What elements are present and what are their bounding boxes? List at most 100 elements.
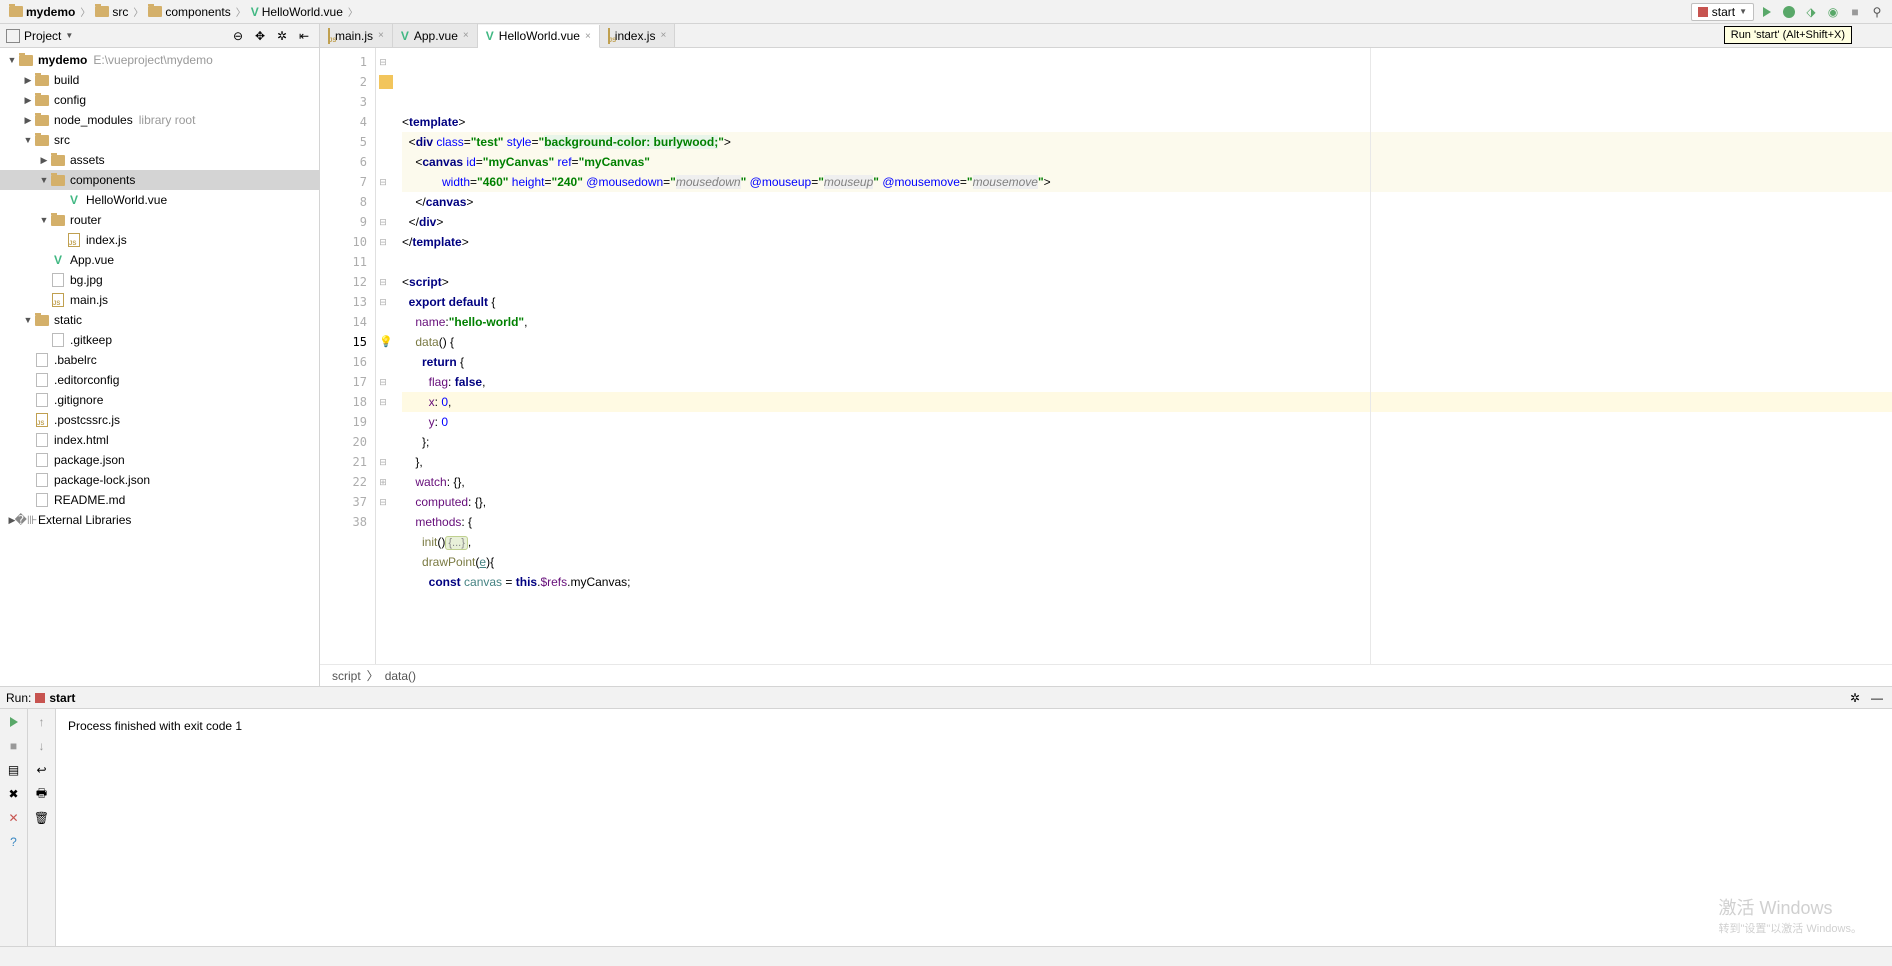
gear-icon[interactable]: ✲ <box>1846 689 1864 707</box>
close-icon[interactable]: × <box>585 31 591 42</box>
breadcrumb-item[interactable]: mydemo <box>6 5 78 19</box>
hide-icon[interactable]: — <box>1868 689 1886 707</box>
tree-item[interactable]: package-lock.json <box>0 470 319 490</box>
expand-arrow-icon[interactable]: ▶ <box>22 115 34 126</box>
line-number[interactable]: 13 <box>320 292 375 312</box>
code-editor[interactable]: <template> <div class="test" style="back… <box>390 48 1892 664</box>
tree-item[interactable]: ▼src <box>0 130 319 150</box>
line-number[interactable]: 10 <box>320 232 375 252</box>
fold-column[interactable]: ⊟⊟⊟⊟⊟⊟⊟⊟⊟⊟⊞⊟ <box>376 48 390 664</box>
code-line[interactable]: }, <box>402 452 1892 472</box>
code-line[interactable]: </template> <box>402 232 1892 252</box>
stop-button[interactable]: ■ <box>5 737 23 755</box>
tree-item[interactable]: .postcssrc.js <box>0 410 319 430</box>
code-line[interactable]: return { <box>402 352 1892 372</box>
fold-handle[interactable] <box>376 112 390 132</box>
wrap-button[interactable]: ↩ <box>33 761 51 779</box>
code-line[interactable]: }; <box>402 432 1892 452</box>
code-line[interactable]: methods: { <box>402 512 1892 532</box>
code-line[interactable]: x: 0, <box>402 392 1892 412</box>
editor-gutter[interactable]: 123456789101112131415💡161718192021223738 <box>320 48 376 664</box>
line-number[interactable]: 19 <box>320 412 375 432</box>
code-line[interactable]: name:"hello-world", <box>402 312 1892 332</box>
tree-item[interactable]: README.md <box>0 490 319 510</box>
fold-handle[interactable]: ⊟ <box>376 372 390 392</box>
tree-item[interactable]: ▶node_moduleslibrary root <box>0 110 319 130</box>
code-line[interactable]: const canvas = this.$refs.myCanvas; <box>402 572 1892 592</box>
line-number[interactable]: 37 <box>320 492 375 512</box>
expand-arrow-icon[interactable]: ▶ <box>22 75 34 86</box>
line-number[interactable]: 1 <box>320 52 375 72</box>
breadcrumb-item[interactable]: components <box>145 5 233 19</box>
close-icon[interactable]: × <box>660 30 666 41</box>
project-tree[interactable]: ▼mydemoE:\vueproject\mydemo▶build▶config… <box>0 48 319 686</box>
line-number[interactable]: 18 <box>320 392 375 412</box>
fold-handle[interactable] <box>376 432 390 452</box>
rerun-button[interactable] <box>5 713 23 731</box>
pin-button[interactable]: ✖ <box>5 785 23 803</box>
fold-handle[interactable]: ⊟ <box>376 392 390 412</box>
fold-handle[interactable]: ⊟ <box>376 52 390 72</box>
coverage-button[interactable]: ⬗ <box>1802 3 1820 21</box>
expand-arrow-icon[interactable]: ▼ <box>22 315 34 325</box>
fold-handle[interactable] <box>376 412 390 432</box>
editor-tab[interactable]: index.js× <box>600 24 676 47</box>
fold-handle[interactable]: ⊟ <box>376 212 390 232</box>
tree-item[interactable]: .babelrc <box>0 350 319 370</box>
tree-item[interactable]: index.js <box>0 230 319 250</box>
line-number[interactable]: 4 <box>320 112 375 132</box>
tree-item[interactable]: ▼components <box>0 170 319 190</box>
tree-item[interactable]: ▶�⊪External Libraries <box>0 510 319 530</box>
fold-handle[interactable]: ⊟ <box>376 272 390 292</box>
editor-tab[interactable]: main.js× <box>320 24 393 47</box>
code-line[interactable]: <script> <box>402 272 1892 292</box>
line-number[interactable]: 15💡 <box>320 332 375 352</box>
profile-button[interactable]: ◉ <box>1824 3 1842 21</box>
print-button[interactable]: 🖶 <box>33 785 51 803</box>
expand-arrow-icon[interactable]: ▼ <box>22 135 34 145</box>
line-number[interactable]: 11 <box>320 252 375 272</box>
tree-item[interactable]: .gitignore <box>0 390 319 410</box>
debug-button[interactable] <box>1780 3 1798 21</box>
code-line[interactable]: <template> <box>402 112 1892 132</box>
code-line[interactable]: </canvas> <box>402 192 1892 212</box>
fold-handle[interactable] <box>376 152 390 172</box>
close-button[interactable]: ✕ <box>5 809 23 827</box>
expand-arrow-icon[interactable]: ▼ <box>6 55 18 65</box>
close-icon[interactable]: × <box>463 30 469 41</box>
editor-breadcrumb[interactable]: script 〉 data() <box>320 664 1892 686</box>
code-line[interactable]: y: 0 <box>402 412 1892 432</box>
expand-arrow-icon[interactable]: ▼ <box>38 175 50 185</box>
fold-handle[interactable]: ⊟ <box>376 492 390 512</box>
code-line[interactable]: drawPoint(e){ <box>402 552 1892 572</box>
editor-breadcrumb-item[interactable]: script <box>332 669 361 683</box>
gear-icon[interactable]: ✲ <box>273 27 291 45</box>
close-icon[interactable]: × <box>378 30 384 41</box>
line-number[interactable]: 12 <box>320 272 375 292</box>
line-number[interactable]: 20 <box>320 432 375 452</box>
help-button[interactable]: ? <box>5 833 23 851</box>
line-number[interactable]: 7 <box>320 172 375 192</box>
line-number[interactable]: 38 <box>320 512 375 532</box>
fold-handle[interactable] <box>376 92 390 112</box>
tree-item[interactable]: VHelloWorld.vue <box>0 190 319 210</box>
fold-handle[interactable]: ⊟ <box>376 232 390 252</box>
expand-arrow-icon[interactable]: ▼ <box>38 215 50 225</box>
tree-item[interactable]: ▶assets <box>0 150 319 170</box>
fold-handle[interactable]: ⊟ <box>376 172 390 192</box>
tree-item[interactable]: .gitkeep <box>0 330 319 350</box>
line-number[interactable]: 21 <box>320 452 375 472</box>
code-line[interactable]: init(){...}, <box>402 532 1892 552</box>
editor-breadcrumb-item[interactable]: data() <box>385 669 416 683</box>
run-config-selector[interactable]: start ▼ <box>1691 3 1754 21</box>
tree-item[interactable]: index.html <box>0 430 319 450</box>
tree-item[interactable]: main.js <box>0 290 319 310</box>
code-line[interactable]: watch: {}, <box>402 472 1892 492</box>
fold-handle[interactable]: ⊞ <box>376 472 390 492</box>
fold-handle[interactable] <box>376 252 390 272</box>
hide-icon[interactable]: ⇤ <box>295 27 313 45</box>
tree-item[interactable]: ▶build <box>0 70 319 90</box>
tree-item[interactable]: ▶config <box>0 90 319 110</box>
code-line[interactable]: computed: {}, <box>402 492 1892 512</box>
code-line[interactable]: flag: false, <box>402 372 1892 392</box>
